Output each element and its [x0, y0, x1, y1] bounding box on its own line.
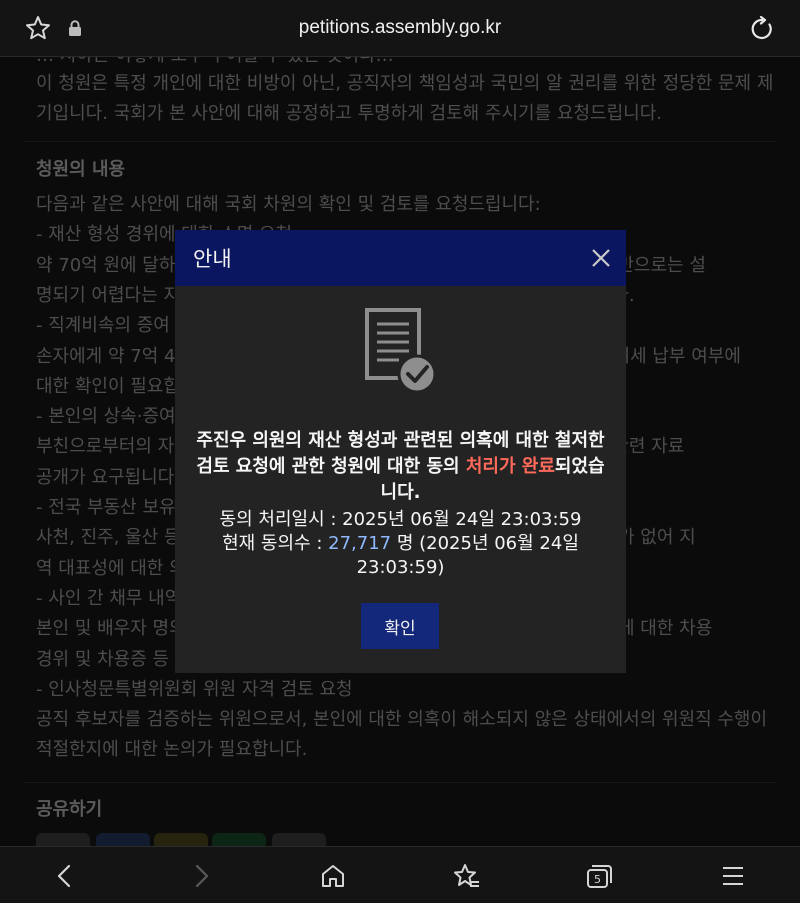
dialog-info: 동의 처리일시 : 2025년 06월 24일 23:03:59 현재 동의수 … [195, 508, 606, 580]
dialog-header: 안내 [175, 230, 626, 286]
processed-value: 2025년 06월 24일 23:03:59 [342, 509, 582, 530]
agree-count-row: 현재 동의수 : 27,717 명 (2025년 06월 24일 23:03:5… [195, 532, 606, 580]
confirm-button[interactable]: 확인 [361, 603, 439, 649]
dialog-title: 안내 [193, 247, 232, 271]
dialog-message: 주진우 의원의 재산 형성과 관련된 의혹에 대한 철저한 검토 요청에 관한 … [195, 428, 606, 506]
processed-time-row: 동의 처리일시 : 2025년 06월 24일 23:03:59 [195, 508, 606, 532]
browser-top-bar: petitions.assembly.go.kr [0, 0, 800, 57]
close-icon[interactable] [589, 246, 613, 270]
browser-bottom-bar: 5 [0, 846, 800, 903]
reload-icon[interactable] [748, 15, 776, 43]
forward-icon[interactable] [186, 861, 216, 891]
back-icon[interactable] [50, 861, 80, 891]
message-highlight: 처리가 완료 [465, 456, 555, 477]
tabs-icon[interactable]: 5 [584, 861, 614, 891]
home-icon[interactable] [318, 861, 348, 891]
processed-label: 동의 처리일시 : [219, 509, 343, 530]
tab-count: 5 [594, 873, 601, 886]
notice-dialog: 안내 주진우 의원의 재산 형성과 관련된 의혹에 대한 철저한 검토 요청에 … [175, 230, 626, 673]
menu-icon[interactable] [718, 861, 748, 891]
document-check-icon [365, 308, 437, 394]
bookmarks-icon[interactable] [451, 861, 481, 891]
count-label: 현재 동의수 : [222, 533, 329, 554]
address-bar-url[interactable]: petitions.assembly.go.kr [0, 17, 800, 39]
count-value: 27,717 [328, 533, 392, 554]
